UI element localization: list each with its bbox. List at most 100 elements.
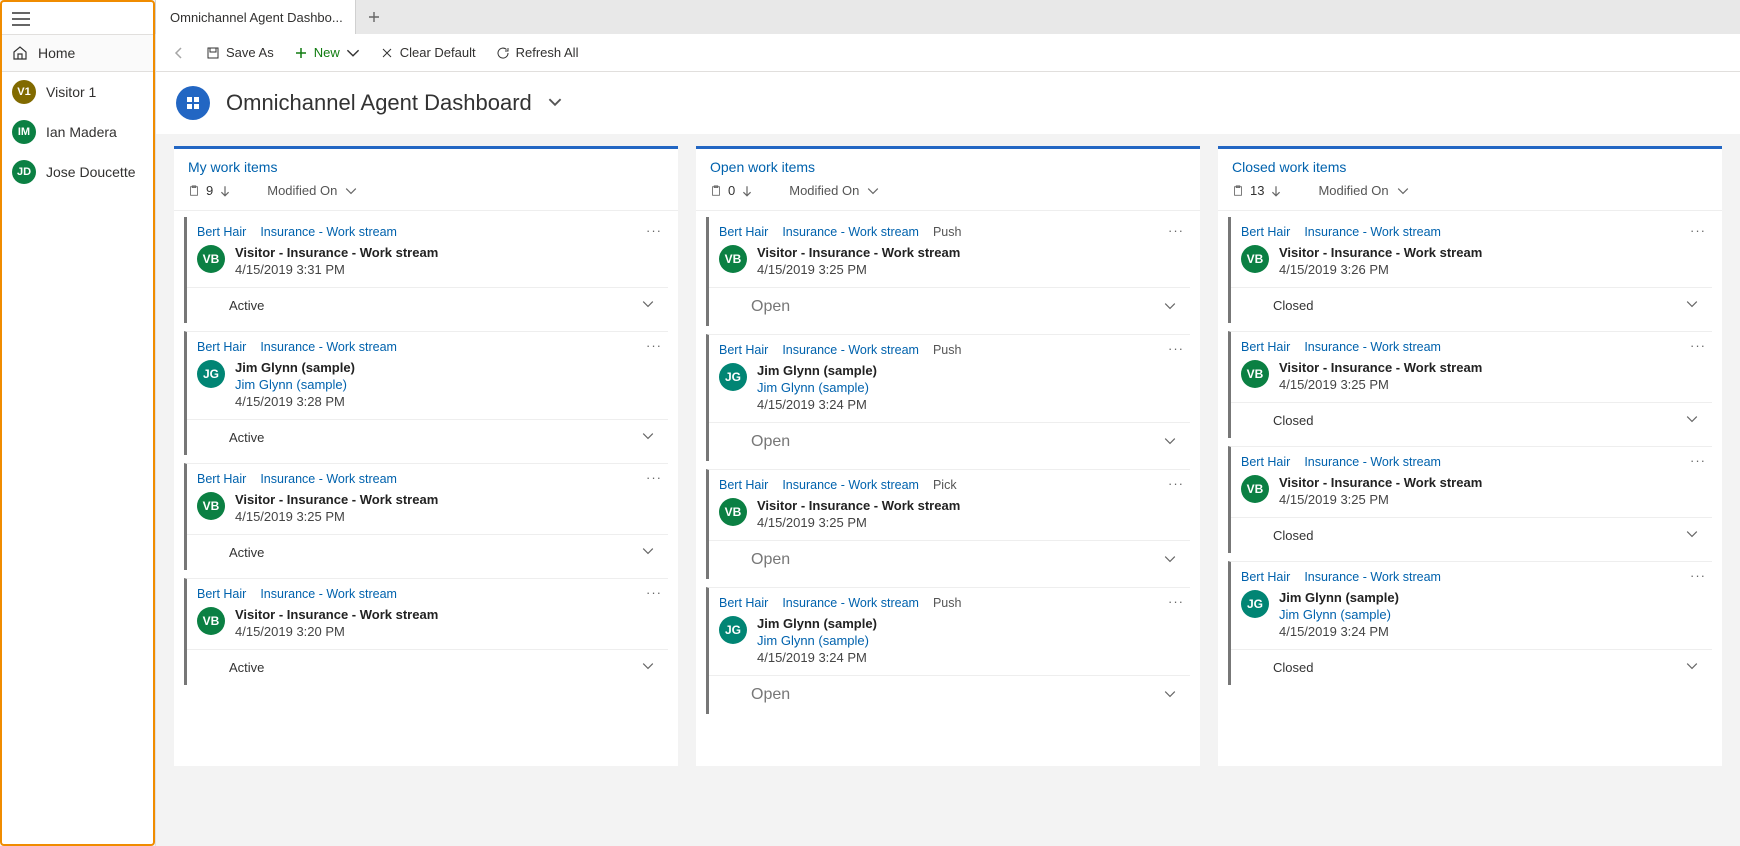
card-related-link[interactable]: Jim Glynn (sample)	[757, 380, 877, 395]
work-item-card[interactable]: ··· Bert Hair Insurance - Work stream VB…	[184, 578, 668, 685]
card-author-link[interactable]: Bert Hair	[197, 472, 246, 486]
grid-icon	[185, 95, 201, 111]
column-title: Open work items	[696, 149, 1200, 179]
card-stream-link[interactable]: Insurance - Work stream	[1304, 455, 1441, 469]
card-expand-button[interactable]	[1686, 298, 1698, 313]
work-item-card[interactable]: ··· Bert Hair Insurance - Work stream JG…	[1228, 561, 1712, 685]
back-button[interactable]	[164, 42, 194, 64]
sidebar-item-person[interactable]: V1 Visitor 1	[2, 72, 153, 112]
card-author-link[interactable]: Bert Hair	[719, 478, 768, 492]
refresh-icon	[496, 46, 510, 60]
card-more-button[interactable]: ···	[646, 585, 662, 600]
card-expand-button[interactable]	[1686, 528, 1698, 543]
plus-icon	[367, 10, 381, 24]
sidebar-item-person[interactable]: IM Ian Madera	[2, 112, 153, 152]
work-items-column: Closed work items 13 Modified On ··· Ber…	[1218, 146, 1722, 766]
card-expand-button[interactable]	[1164, 435, 1176, 450]
card-author-link[interactable]: Bert Hair	[197, 225, 246, 239]
card-expand-button[interactable]	[1164, 553, 1176, 568]
card-author-link[interactable]: Bert Hair	[197, 340, 246, 354]
card-tag: Pick	[933, 478, 957, 492]
card-author-link[interactable]: Bert Hair	[719, 596, 768, 610]
work-item-card[interactable]: ··· Bert Hair Insurance - Work stream Pu…	[706, 217, 1190, 326]
card-tag: Push	[933, 225, 962, 239]
card-stream-link[interactable]: Insurance - Work stream	[782, 343, 919, 357]
work-item-card[interactable]: ··· Bert Hair Insurance - Work stream VB…	[184, 463, 668, 570]
card-stream-link[interactable]: Insurance - Work stream	[260, 587, 397, 601]
card-timestamp: 4/15/2019 3:28 PM	[235, 394, 355, 409]
card-more-button[interactable]: ···	[1168, 476, 1184, 491]
card-more-button[interactable]: ···	[1168, 341, 1184, 356]
card-more-button[interactable]: ···	[1690, 223, 1706, 238]
new-label: New	[314, 45, 340, 60]
card-expand-button[interactable]	[642, 298, 654, 313]
card-stream-link[interactable]: Insurance - Work stream	[782, 596, 919, 610]
hamburger-menu-button[interactable]	[2, 8, 153, 34]
work-item-card[interactable]: ··· Bert Hair Insurance - Work stream VB…	[1228, 446, 1712, 553]
card-timestamp: 4/15/2019 3:25 PM	[757, 262, 960, 277]
work-item-card[interactable]: ··· Bert Hair Insurance - Work stream VB…	[184, 217, 668, 323]
card-author-link[interactable]: Bert Hair	[1241, 455, 1290, 469]
card-stream-link[interactable]: Insurance - Work stream	[260, 472, 397, 486]
card-more-button[interactable]: ···	[646, 470, 662, 485]
work-item-card[interactable]: ··· Bert Hair Insurance - Work stream JG…	[184, 331, 668, 455]
sidebar-home-label: Home	[38, 45, 75, 61]
tab-add-button[interactable]	[356, 0, 392, 34]
card-expand-button[interactable]	[1164, 300, 1176, 315]
card-expand-button[interactable]	[642, 430, 654, 445]
card-more-button[interactable]: ···	[646, 338, 662, 353]
card-related-link[interactable]: Jim Glynn (sample)	[757, 633, 877, 648]
main-panel: Omnichannel Agent Dashbo... Save As New …	[155, 0, 1740, 846]
card-related-link[interactable]: Jim Glynn (sample)	[235, 377, 355, 392]
card-author-link[interactable]: Bert Hair	[1241, 225, 1290, 239]
tab-dashboard[interactable]: Omnichannel Agent Dashbo...	[156, 0, 356, 34]
card-more-button[interactable]: ···	[1690, 338, 1706, 353]
card-author-link[interactable]: Bert Hair	[1241, 340, 1290, 354]
card-stream-link[interactable]: Insurance - Work stream	[782, 225, 919, 239]
card-status-row: Active	[187, 419, 668, 455]
card-more-button[interactable]: ···	[1168, 594, 1184, 609]
card-expand-button[interactable]	[1164, 688, 1176, 703]
column-sort-button[interactable]: Modified On	[1318, 183, 1408, 198]
card-author-link[interactable]: Bert Hair	[1241, 570, 1290, 584]
card-author-link[interactable]: Bert Hair	[719, 225, 768, 239]
card-related-link[interactable]: Jim Glynn (sample)	[1279, 607, 1399, 622]
card-stream-link[interactable]: Insurance - Work stream	[782, 478, 919, 492]
card-stream-link[interactable]: Insurance - Work stream	[260, 225, 397, 239]
card-expand-button[interactable]	[1686, 660, 1698, 675]
card-author-link[interactable]: Bert Hair	[197, 587, 246, 601]
sidebar-item-home[interactable]: Home	[2, 34, 153, 72]
save-as-button[interactable]: Save As	[198, 41, 282, 64]
card-more-button[interactable]: ···	[1690, 568, 1706, 583]
card-expand-button[interactable]	[642, 660, 654, 675]
sidebar-item-person[interactable]: JD Jose Doucette	[2, 152, 153, 192]
card-expand-button[interactable]	[642, 545, 654, 560]
work-item-card[interactable]: ··· Bert Hair Insurance - Work stream VB…	[1228, 217, 1712, 323]
column-sort-button[interactable]: Modified On	[267, 183, 357, 198]
avatar: VB	[1241, 245, 1269, 273]
work-item-card[interactable]: ··· Bert Hair Insurance - Work stream Pi…	[706, 469, 1190, 579]
card-status-row: Open	[709, 675, 1190, 714]
work-item-card[interactable]: ··· Bert Hair Insurance - Work stream VB…	[1228, 331, 1712, 438]
card-status-label: Active	[229, 660, 264, 675]
card-more-button[interactable]: ···	[1168, 223, 1184, 238]
column-count: 0	[710, 183, 753, 198]
card-author-link[interactable]: Bert Hair	[719, 343, 768, 357]
dashboard-board: My work items 9 Modified On ··· Bert Hai…	[155, 134, 1740, 846]
card-stream-link[interactable]: Insurance - Work stream	[1304, 570, 1441, 584]
card-stream-link[interactable]: Insurance - Work stream	[1304, 225, 1441, 239]
page-title-dropdown[interactable]	[548, 95, 562, 112]
work-item-card[interactable]: ··· Bert Hair Insurance - Work stream Pu…	[706, 334, 1190, 461]
work-item-card[interactable]: ··· Bert Hair Insurance - Work stream Pu…	[706, 587, 1190, 714]
card-timestamp: 4/15/2019 3:25 PM	[757, 515, 960, 530]
clear-default-button[interactable]: Clear Default	[372, 41, 484, 64]
card-stream-link[interactable]: Insurance - Work stream	[260, 340, 397, 354]
card-stream-link[interactable]: Insurance - Work stream	[1304, 340, 1441, 354]
new-button[interactable]: New	[286, 41, 368, 64]
refresh-all-button[interactable]: Refresh All	[488, 41, 587, 64]
card-title: Jim Glynn (sample)	[757, 363, 877, 378]
column-sort-button[interactable]: Modified On	[789, 183, 879, 198]
card-more-button[interactable]: ···	[1690, 453, 1706, 468]
card-more-button[interactable]: ···	[646, 223, 662, 238]
card-expand-button[interactable]	[1686, 413, 1698, 428]
